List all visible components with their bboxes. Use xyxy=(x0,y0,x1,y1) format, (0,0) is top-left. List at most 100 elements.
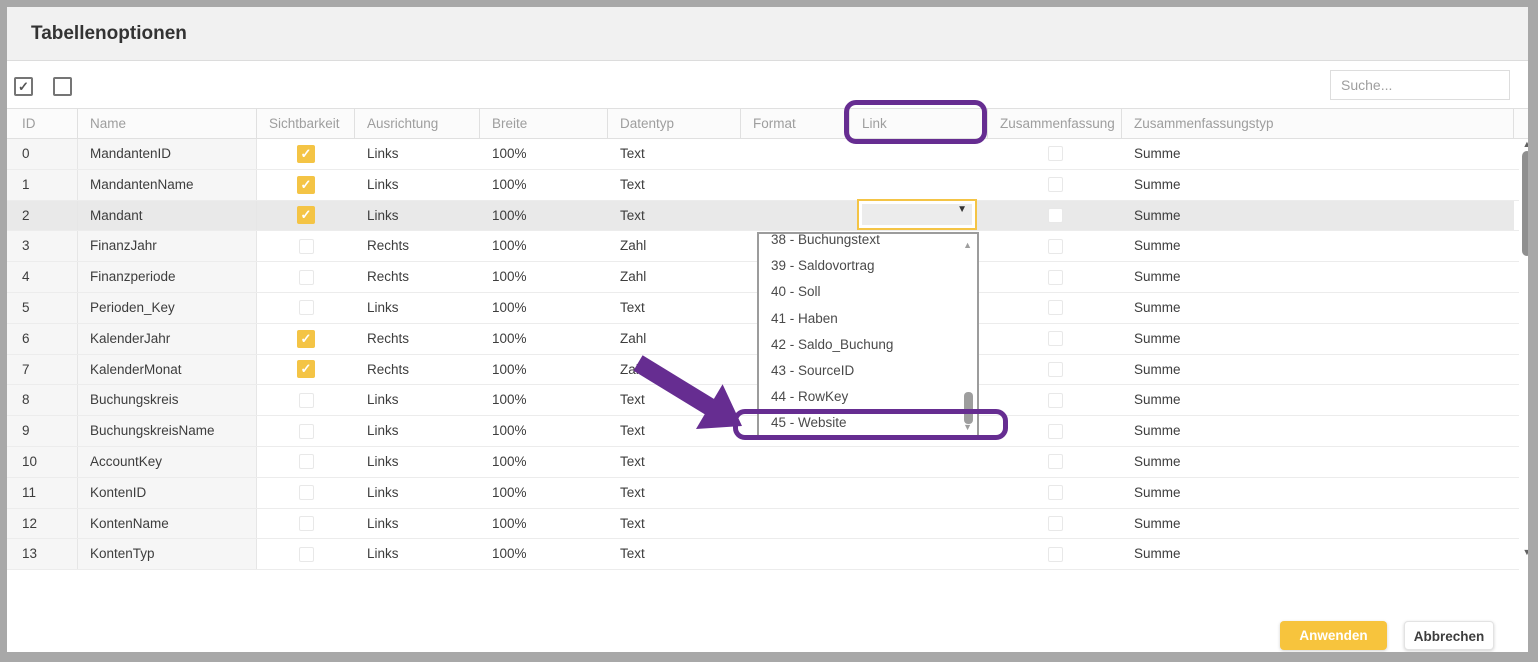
summary-checkbox[interactable] xyxy=(1048,270,1063,285)
column-header-summary[interactable]: Zusammenfassung xyxy=(988,109,1122,138)
visibility-checkbox[interactable]: ✓ xyxy=(297,176,315,194)
cell-format xyxy=(741,139,850,169)
cell-visibility xyxy=(257,385,355,415)
visibility-checkbox[interactable] xyxy=(299,516,314,531)
visibility-checkbox[interactable] xyxy=(299,239,314,254)
cell-width: 100% xyxy=(480,416,608,446)
cell-datatype: Text xyxy=(608,293,741,323)
select-all-checkbox[interactable]: ✓ xyxy=(14,77,33,96)
table-row[interactable]: 10AccountKeyLinks100%TextSumme xyxy=(7,447,1519,478)
cell-name: KontenTyp xyxy=(78,539,257,569)
visibility-checkbox[interactable] xyxy=(299,393,314,408)
table-row[interactable]: 2Mandant✓Links100%TextSumme xyxy=(7,201,1519,232)
cell-visibility: ✓ xyxy=(257,139,355,169)
cell-link xyxy=(850,539,988,569)
table-row[interactable]: 0MandantenID✓Links100%TextSumme xyxy=(7,139,1519,170)
cell-width: 100% xyxy=(480,447,608,477)
cell-width: 100% xyxy=(480,293,608,323)
table-row[interactable]: 13KontenTypLinks100%TextSumme xyxy=(7,539,1519,570)
search-input[interactable] xyxy=(1330,70,1510,100)
summary-checkbox[interactable] xyxy=(1048,208,1063,223)
cell-datatype: Zahl xyxy=(608,262,741,292)
cell-alignment: Links xyxy=(355,478,480,508)
column-header-datatype[interactable]: Datentyp xyxy=(608,109,741,138)
cancel-button[interactable]: Abbrechen xyxy=(1404,621,1494,650)
cell-width: 100% xyxy=(480,478,608,508)
visibility-checkbox[interactable] xyxy=(299,424,314,439)
column-header-summary-type[interactable]: Zusammenfassungstyp xyxy=(1122,109,1514,138)
cell-summary xyxy=(988,355,1122,385)
dropdown-option[interactable]: 42 - Saldo_Buchung xyxy=(759,332,977,358)
cell-alignment: Links xyxy=(355,416,480,446)
cell-alignment: Links xyxy=(355,201,480,231)
column-header-visibility[interactable]: Sichtbarkeit xyxy=(257,109,355,138)
summary-checkbox[interactable] xyxy=(1048,393,1063,408)
summary-checkbox[interactable] xyxy=(1048,331,1063,346)
visibility-checkbox[interactable]: ✓ xyxy=(297,206,315,224)
summary-checkbox[interactable] xyxy=(1048,424,1063,439)
summary-checkbox[interactable] xyxy=(1048,177,1063,192)
link-dropdown-select[interactable]: ▼ xyxy=(857,199,977,230)
cell-id: 12 xyxy=(7,509,78,539)
visibility-checkbox[interactable] xyxy=(299,485,314,500)
column-header-alignment[interactable]: Ausrichtung xyxy=(355,109,480,138)
check-icon: ✓ xyxy=(18,79,29,94)
visibility-checkbox[interactable] xyxy=(299,547,314,562)
cell-summary-type: Summe xyxy=(1122,293,1514,323)
column-header-width[interactable]: Breite xyxy=(480,109,608,138)
visibility-checkbox[interactable] xyxy=(299,270,314,285)
dropdown-option[interactable]: 43 - SourceID xyxy=(759,358,977,384)
cell-summary-type: Summe xyxy=(1122,170,1514,200)
annotation-arrow-icon xyxy=(620,350,760,440)
apply-button[interactable]: Anwenden xyxy=(1280,621,1387,650)
visibility-checkbox[interactable] xyxy=(299,300,314,315)
visibility-checkbox[interactable]: ✓ xyxy=(297,145,315,163)
cell-summary xyxy=(988,139,1122,169)
cell-datatype: Text xyxy=(608,139,741,169)
cell-summary xyxy=(988,509,1122,539)
column-header-id[interactable]: ID xyxy=(7,109,78,138)
summary-checkbox[interactable] xyxy=(1048,300,1063,315)
visibility-checkbox[interactable]: ✓ xyxy=(297,360,315,378)
dropdown-option[interactable]: 44 - RowKey xyxy=(759,384,977,410)
cell-datatype: Text xyxy=(608,539,741,569)
cell-alignment: Links xyxy=(355,447,480,477)
scroll-up-icon[interactable]: ▲ xyxy=(1520,139,1534,149)
column-header-name[interactable]: Name xyxy=(78,109,257,138)
dropdown-option[interactable]: 39 - Saldovortrag xyxy=(759,253,977,279)
table-row[interactable]: 1MandantenName✓Links100%TextSumme xyxy=(7,170,1519,201)
table-row[interactable]: 12KontenNameLinks100%TextSumme xyxy=(7,509,1519,540)
summary-checkbox[interactable] xyxy=(1048,547,1063,562)
visibility-checkbox[interactable]: ✓ xyxy=(297,330,315,348)
table-row[interactable]: 11KontenIDLinks100%TextSumme xyxy=(7,478,1519,509)
visibility-checkbox[interactable] xyxy=(299,454,314,469)
cell-id: 9 xyxy=(7,416,78,446)
scroll-down-icon[interactable]: ▼ xyxy=(1520,547,1534,557)
cell-summary-type: Summe xyxy=(1122,324,1514,354)
summary-checkbox[interactable] xyxy=(1048,362,1063,377)
dropdown-option[interactable]: 41 - Haben xyxy=(759,306,977,332)
table-scrollbar[interactable]: ▲ ▼ xyxy=(1520,139,1534,557)
column-header-format[interactable]: Format xyxy=(741,109,850,138)
cell-id: 5 xyxy=(7,293,78,323)
summary-checkbox[interactable] xyxy=(1048,516,1063,531)
cell-width: 100% xyxy=(480,539,608,569)
scrollbar-thumb[interactable] xyxy=(1522,151,1532,256)
cell-visibility xyxy=(257,509,355,539)
summary-checkbox[interactable] xyxy=(1048,239,1063,254)
cell-width: 100% xyxy=(480,231,608,261)
deselect-all-checkbox[interactable] xyxy=(53,77,72,96)
summary-checkbox[interactable] xyxy=(1048,454,1063,469)
cell-name: BuchungskreisName xyxy=(78,416,257,446)
dropdown-option[interactable]: 40 - Soll xyxy=(759,279,977,305)
cell-id: 4 xyxy=(7,262,78,292)
cell-visibility: ✓ xyxy=(257,355,355,385)
cell-format xyxy=(741,478,850,508)
cell-summary-type: Summe xyxy=(1122,139,1514,169)
dropdown-scroll-up-icon[interactable]: ▲ xyxy=(963,240,972,250)
summary-checkbox[interactable] xyxy=(1048,485,1063,500)
cell-link xyxy=(850,478,988,508)
dropdown-option[interactable]: 38 - Buchungstext xyxy=(759,232,977,253)
cell-name: KontenID xyxy=(78,478,257,508)
summary-checkbox[interactable] xyxy=(1048,146,1063,161)
